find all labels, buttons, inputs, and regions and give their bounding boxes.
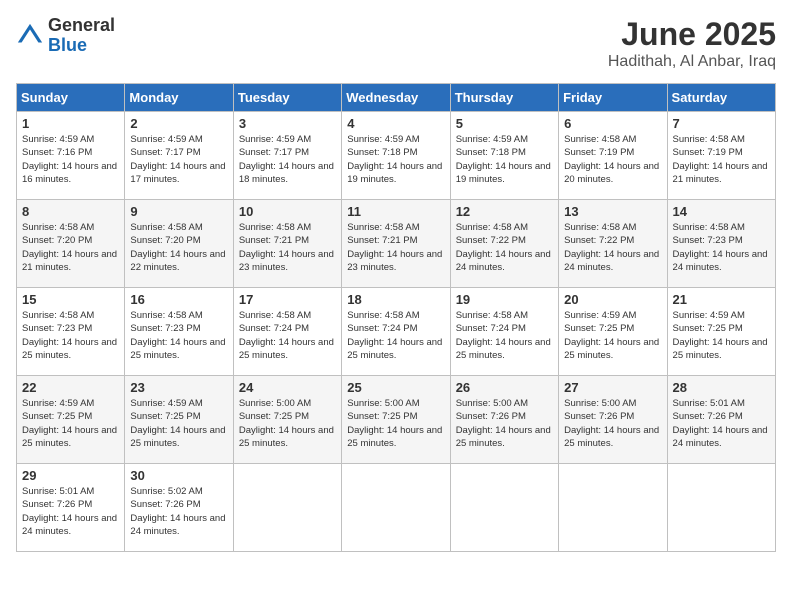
table-row: 5Sunrise: 4:59 AMSunset: 7:18 PMDaylight… [450, 112, 558, 200]
table-row: 1Sunrise: 4:59 AMSunset: 7:16 PMDaylight… [17, 112, 125, 200]
table-row: 4Sunrise: 4:59 AMSunset: 7:18 PMDaylight… [342, 112, 450, 200]
col-saturday: Saturday [667, 84, 775, 112]
table-row: 28Sunrise: 5:01 AMSunset: 7:26 PMDayligh… [667, 376, 775, 464]
col-wednesday: Wednesday [342, 84, 450, 112]
table-row: 8Sunrise: 4:58 AMSunset: 7:20 PMDaylight… [17, 200, 125, 288]
table-row: 30Sunrise: 5:02 AMSunset: 7:26 PMDayligh… [125, 464, 233, 552]
table-row: 17Sunrise: 4:58 AMSunset: 7:24 PMDayligh… [233, 288, 341, 376]
table-row: 19Sunrise: 4:58 AMSunset: 7:24 PMDayligh… [450, 288, 558, 376]
calendar-table: Sunday Monday Tuesday Wednesday Thursday… [16, 83, 776, 552]
page-header: General Blue June 2025 Hadithah, Al Anba… [16, 16, 776, 71]
table-row: 20Sunrise: 4:59 AMSunset: 7:25 PMDayligh… [559, 288, 667, 376]
logo-general-text: General [48, 16, 115, 36]
table-row: 23Sunrise: 4:59 AMSunset: 7:25 PMDayligh… [125, 376, 233, 464]
table-row [667, 464, 775, 552]
table-row [342, 464, 450, 552]
location-title: Hadithah, Al Anbar, Iraq [608, 53, 776, 71]
table-row: 29Sunrise: 5:01 AMSunset: 7:26 PMDayligh… [17, 464, 125, 552]
logo-blue-text: Blue [48, 36, 115, 56]
table-row [233, 464, 341, 552]
table-row: 24Sunrise: 5:00 AMSunset: 7:25 PMDayligh… [233, 376, 341, 464]
logo-text: General Blue [48, 16, 115, 56]
table-row: 21Sunrise: 4:59 AMSunset: 7:25 PMDayligh… [667, 288, 775, 376]
table-row: 10Sunrise: 4:58 AMSunset: 7:21 PMDayligh… [233, 200, 341, 288]
col-monday: Monday [125, 84, 233, 112]
calendar-week-5: 29Sunrise: 5:01 AMSunset: 7:26 PMDayligh… [17, 464, 776, 552]
calendar-week-4: 22Sunrise: 4:59 AMSunset: 7:25 PMDayligh… [17, 376, 776, 464]
table-row: 2Sunrise: 4:59 AMSunset: 7:17 PMDaylight… [125, 112, 233, 200]
table-row [450, 464, 558, 552]
table-row: 15Sunrise: 4:58 AMSunset: 7:23 PMDayligh… [17, 288, 125, 376]
table-row: 14Sunrise: 4:58 AMSunset: 7:23 PMDayligh… [667, 200, 775, 288]
table-row: 16Sunrise: 4:58 AMSunset: 7:23 PMDayligh… [125, 288, 233, 376]
calendar-week-2: 8Sunrise: 4:58 AMSunset: 7:20 PMDaylight… [17, 200, 776, 288]
table-row: 7Sunrise: 4:58 AMSunset: 7:19 PMDaylight… [667, 112, 775, 200]
table-row: 25Sunrise: 5:00 AMSunset: 7:25 PMDayligh… [342, 376, 450, 464]
table-row: 12Sunrise: 4:58 AMSunset: 7:22 PMDayligh… [450, 200, 558, 288]
table-row: 3Sunrise: 4:59 AMSunset: 7:17 PMDaylight… [233, 112, 341, 200]
col-sunday: Sunday [17, 84, 125, 112]
col-tuesday: Tuesday [233, 84, 341, 112]
calendar-week-1: 1Sunrise: 4:59 AMSunset: 7:16 PMDaylight… [17, 112, 776, 200]
col-friday: Friday [559, 84, 667, 112]
logo: General Blue [16, 16, 115, 56]
table-row: 13Sunrise: 4:58 AMSunset: 7:22 PMDayligh… [559, 200, 667, 288]
table-row [559, 464, 667, 552]
table-row: 6Sunrise: 4:58 AMSunset: 7:19 PMDaylight… [559, 112, 667, 200]
month-title: June 2025 [608, 16, 776, 53]
title-block: June 2025 Hadithah, Al Anbar, Iraq [608, 16, 776, 71]
logo-icon [16, 22, 44, 50]
table-row: 27Sunrise: 5:00 AMSunset: 7:26 PMDayligh… [559, 376, 667, 464]
table-row: 18Sunrise: 4:58 AMSunset: 7:24 PMDayligh… [342, 288, 450, 376]
table-row: 22Sunrise: 4:59 AMSunset: 7:25 PMDayligh… [17, 376, 125, 464]
table-row: 9Sunrise: 4:58 AMSunset: 7:20 PMDaylight… [125, 200, 233, 288]
calendar-header-row: Sunday Monday Tuesday Wednesday Thursday… [17, 84, 776, 112]
table-row: 11Sunrise: 4:58 AMSunset: 7:21 PMDayligh… [342, 200, 450, 288]
calendar-week-3: 15Sunrise: 4:58 AMSunset: 7:23 PMDayligh… [17, 288, 776, 376]
col-thursday: Thursday [450, 84, 558, 112]
table-row: 26Sunrise: 5:00 AMSunset: 7:26 PMDayligh… [450, 376, 558, 464]
